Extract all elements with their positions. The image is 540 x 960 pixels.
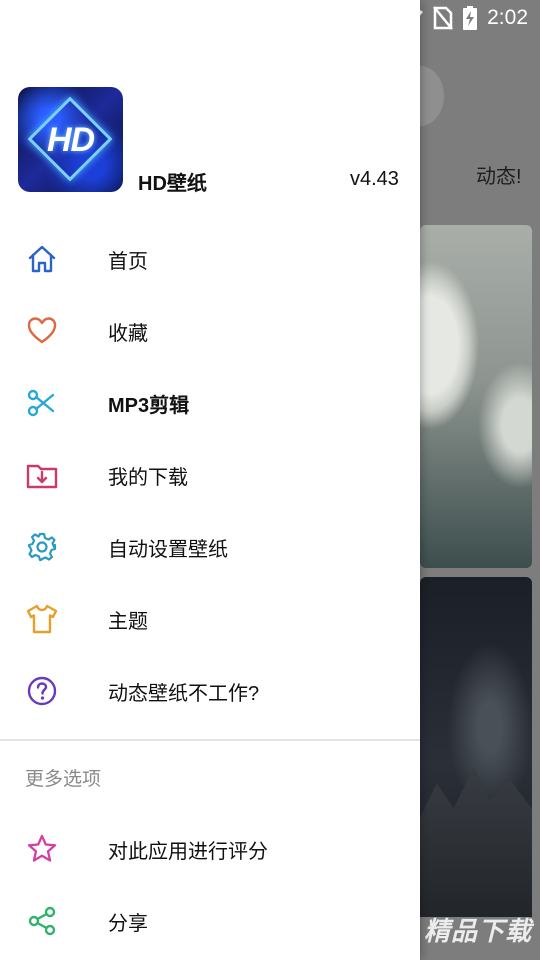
menu-item-label: 动态壁纸不工作? <box>108 682 260 705</box>
logo-text: HD <box>46 121 95 159</box>
menu-divider <box>0 739 420 741</box>
app-logo: HD <box>18 87 123 192</box>
question-icon <box>26 675 58 707</box>
wallpaper-thumbnail-headphones <box>420 225 532 568</box>
scissors-icon <box>26 387 58 419</box>
no-sim-icon <box>433 6 454 30</box>
menu-item-home[interactable]: 首页 <box>0 223 420 295</box>
watermark-text: 精品下载 <box>424 915 533 946</box>
menu-item-mp3-editor[interactable]: MP3剪辑 <box>0 367 420 439</box>
menu-item-label: 分享 <box>108 912 148 935</box>
star-icon <box>26 833 58 865</box>
menu-item-favorites[interactable]: 收藏 <box>0 295 420 367</box>
menu-item-label: 对此应用进行评分 <box>108 840 268 863</box>
menu-item-downloads[interactable]: 我的下载 <box>0 439 420 511</box>
background-tab-label: 动态! <box>476 166 522 188</box>
share-icon <box>26 905 58 937</box>
battery-charging-icon <box>463 6 478 30</box>
heart-icon <box>26 315 58 347</box>
menu-item-auto-wallpaper[interactable]: 自动设置壁纸 <box>0 511 420 583</box>
menu-item-label: MP3剪辑 <box>108 394 190 417</box>
menu-item-theme[interactable]: 主题 <box>0 583 420 655</box>
menu-item-live-wallpaper-help[interactable]: 动态壁纸不工作? <box>0 655 420 727</box>
download-folder-icon <box>26 459 58 491</box>
menu-item-label: 主题 <box>108 610 148 633</box>
menu-item-label: 首页 <box>108 250 148 273</box>
menu-item-label: 收藏 <box>108 322 148 345</box>
navigation-drawer: HD HD壁纸 v4.43 首页 收藏 MP3剪辑 我的下载 自动设置壁纸 主题… <box>0 0 420 960</box>
menu-item-share[interactable]: 分享 <box>0 885 420 957</box>
gear-icon <box>26 531 58 563</box>
shirt-icon <box>26 603 58 635</box>
menu-item-rate-app[interactable]: 对此应用进行评分 <box>0 813 420 885</box>
status-time: 2:02 <box>487 6 528 29</box>
menu-item-label: 自动设置壁纸 <box>108 538 228 561</box>
app-version: v4.43 <box>350 168 399 190</box>
home-icon <box>26 243 58 275</box>
section-title-more-options: 更多选项 <box>25 769 102 790</box>
app-name: HD壁纸 <box>138 173 207 195</box>
menu-item-label: 我的下载 <box>108 466 188 489</box>
